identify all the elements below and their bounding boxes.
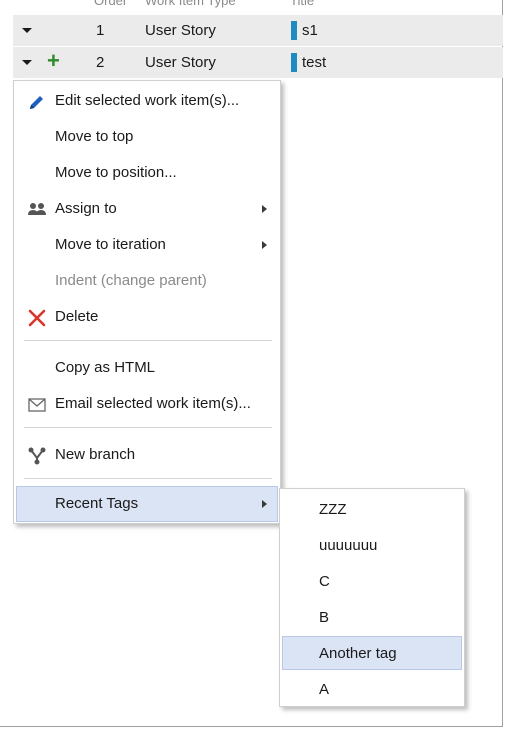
tag-item[interactable]: B: [280, 600, 464, 634]
row-work-item-type: User Story: [145, 22, 216, 39]
submenu-arrow-icon: [262, 500, 267, 508]
menu-separator: [24, 340, 272, 341]
menu-item-copy-as-html[interactable]: Copy as HTML: [14, 350, 280, 386]
menu-item-label: Copy as HTML: [55, 359, 156, 376]
row-order: 1: [96, 22, 105, 39]
menu-item-label: Move to iteration: [55, 236, 166, 253]
tag-label: Another tag: [319, 645, 397, 662]
tag-label: A: [319, 681, 330, 698]
tag-item[interactable]: ZZZ: [280, 492, 464, 526]
work-item-color-bar: [291, 53, 297, 72]
menu-item-recent-tags[interactable]: Recent Tags: [16, 486, 278, 522]
tag-label: C: [319, 573, 330, 590]
menu-item-label: New branch: [55, 446, 136, 463]
menu-item-indent: Indent (change parent): [14, 263, 280, 299]
menu-separator: [24, 478, 272, 479]
menu-item-label: Assign to: [55, 200, 117, 217]
menu-item-move-to-position[interactable]: Move to position...: [14, 155, 280, 191]
people-icon: [27, 200, 47, 220]
menu-item-label: Email selected work item(s)...: [55, 395, 251, 412]
tag-item[interactable]: C: [280, 564, 464, 598]
expand-arrow-icon[interactable]: [22, 60, 32, 65]
recent-tags-submenu: ZZZ uuuuuuu C B Another tag A: [279, 488, 465, 707]
tag-item[interactable]: A: [280, 672, 464, 706]
column-header-order[interactable]: Order: [94, 0, 127, 8]
menu-item-edit-selected[interactable]: Edit selected work item(s)...: [14, 83, 280, 119]
tag-label: uuuuuuu: [319, 537, 378, 554]
menu-item-delete[interactable]: Delete: [14, 299, 280, 335]
menu-item-label: Indent (change parent): [55, 272, 207, 289]
delete-x-icon: [27, 308, 47, 328]
table-row[interactable]: + 2 User Story test: [13, 47, 503, 78]
menu-item-label: Recent Tags: [55, 495, 139, 512]
table-row[interactable]: 1 User Story s1: [13, 15, 503, 46]
submenu-arrow-icon: [262, 241, 267, 249]
column-header-title[interactable]: Title: [290, 0, 314, 8]
row-title[interactable]: test: [302, 54, 326, 71]
menu-item-assign-to[interactable]: Assign to: [14, 191, 280, 227]
expand-arrow-icon[interactable]: [22, 28, 32, 33]
pencil-icon: [27, 92, 47, 112]
row-title[interactable]: s1: [302, 22, 318, 39]
branch-icon: [27, 446, 47, 466]
menu-item-new-branch[interactable]: New branch: [14, 437, 280, 473]
menu-item-label: Move to top: [55, 128, 134, 145]
menu-item-label: Move to position...: [55, 164, 177, 181]
menu-item-label: Edit selected work item(s)...: [55, 92, 240, 109]
tag-item[interactable]: uuuuuuu: [280, 528, 464, 562]
tag-label: B: [319, 609, 330, 626]
menu-item-label: Delete: [55, 308, 99, 325]
envelope-icon: [27, 395, 47, 415]
tag-label: ZZZ: [319, 501, 347, 518]
tag-item-highlighted[interactable]: Another tag: [282, 636, 462, 670]
add-child-icon[interactable]: +: [47, 48, 60, 74]
menu-item-move-to-top[interactable]: Move to top: [14, 119, 280, 155]
context-menu: Edit selected work item(s)... Move to to…: [13, 80, 281, 524]
submenu-arrow-icon: [262, 205, 267, 213]
menu-separator: [24, 427, 272, 428]
menu-item-email-selected[interactable]: Email selected work item(s)...: [14, 386, 280, 422]
row-order: 2: [96, 54, 105, 71]
menu-item-move-to-iteration[interactable]: Move to iteration: [14, 227, 280, 263]
column-header-work-item-type[interactable]: Work Item Type: [145, 0, 236, 8]
grid-header: Order Work Item Type Title: [0, 0, 503, 8]
row-work-item-type: User Story: [145, 54, 216, 71]
work-item-color-bar: [291, 21, 297, 40]
